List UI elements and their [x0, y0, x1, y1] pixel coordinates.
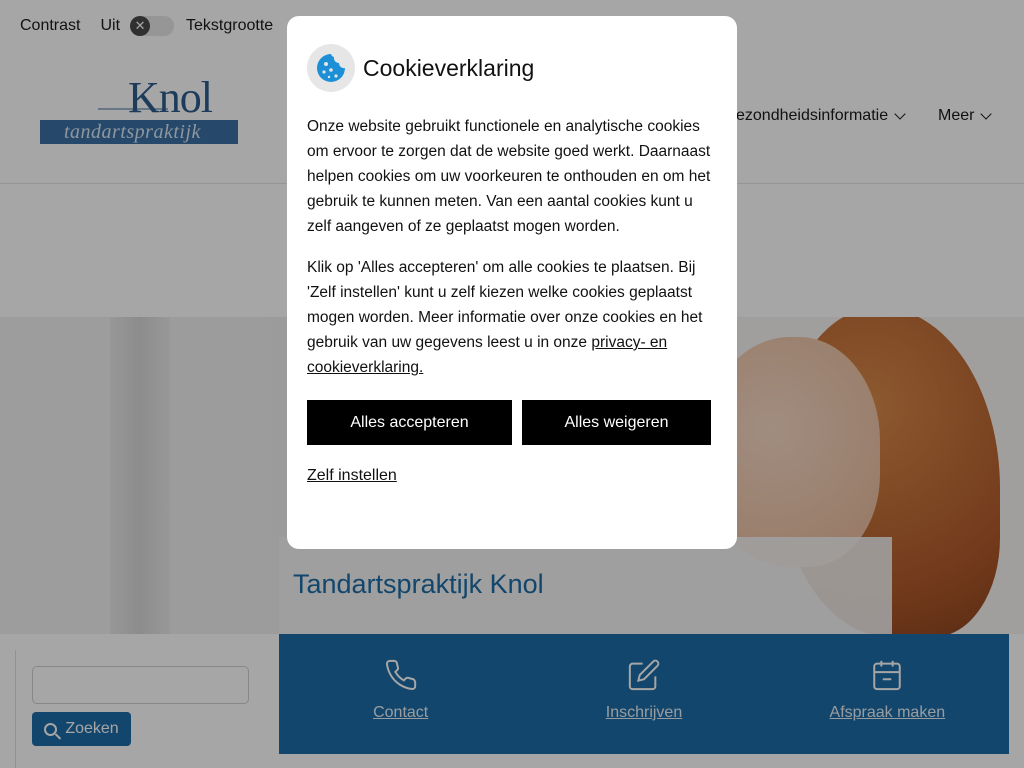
- reject-all-button[interactable]: Alles weigeren: [522, 400, 711, 445]
- cookie-dialog-info: Klik op 'Alles accepteren' om alle cooki…: [307, 255, 717, 380]
- custom-settings-link[interactable]: Zelf instellen: [307, 467, 397, 485]
- accept-all-button[interactable]: Alles accepteren: [307, 400, 512, 445]
- cookie-icon: [307, 44, 355, 92]
- cookie-dialog-buttons: Alles accepteren Alles weigeren: [307, 400, 717, 445]
- cookie-glyph: [317, 54, 345, 82]
- cookie-dialog: Cookieverklaring Onze website gebruikt f…: [287, 16, 737, 549]
- cookie-dialog-title: Cookieverklaring: [363, 54, 535, 81]
- cookie-dialog-intro: Onze website gebruikt functionele en ana…: [307, 118, 711, 235]
- cookie-dialog-header: Cookieverklaring: [307, 44, 717, 92]
